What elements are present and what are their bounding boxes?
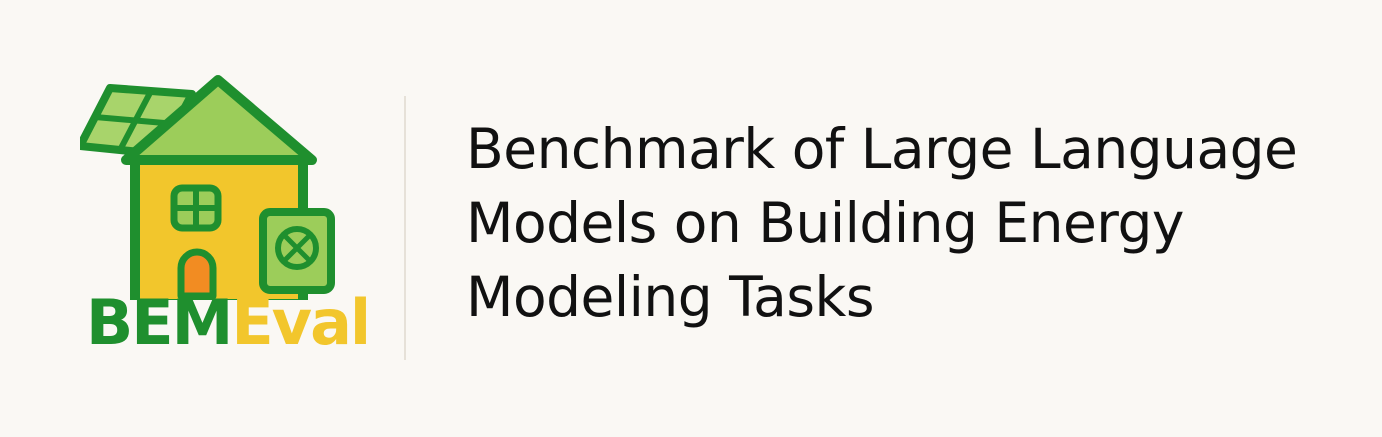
window-icon bbox=[170, 184, 222, 232]
bemeval-wordmark: BEMEval bbox=[86, 292, 371, 354]
bemeval-logo: BEMEval bbox=[80, 70, 380, 370]
page-title: Benchmark of Large Language Models on Bu… bbox=[466, 112, 1346, 334]
heat-pump-icon bbox=[259, 208, 335, 294]
vertical-divider bbox=[404, 96, 406, 360]
title-line: Models on Building Energy bbox=[466, 191, 1184, 255]
title-line: Benchmark of Large Language bbox=[466, 117, 1298, 181]
title-line: Modeling Tasks bbox=[466, 265, 875, 329]
house-icon bbox=[80, 75, 335, 300]
wordmark-bem: BEM bbox=[86, 286, 233, 359]
wordmark-eval: Eval bbox=[231, 286, 371, 359]
